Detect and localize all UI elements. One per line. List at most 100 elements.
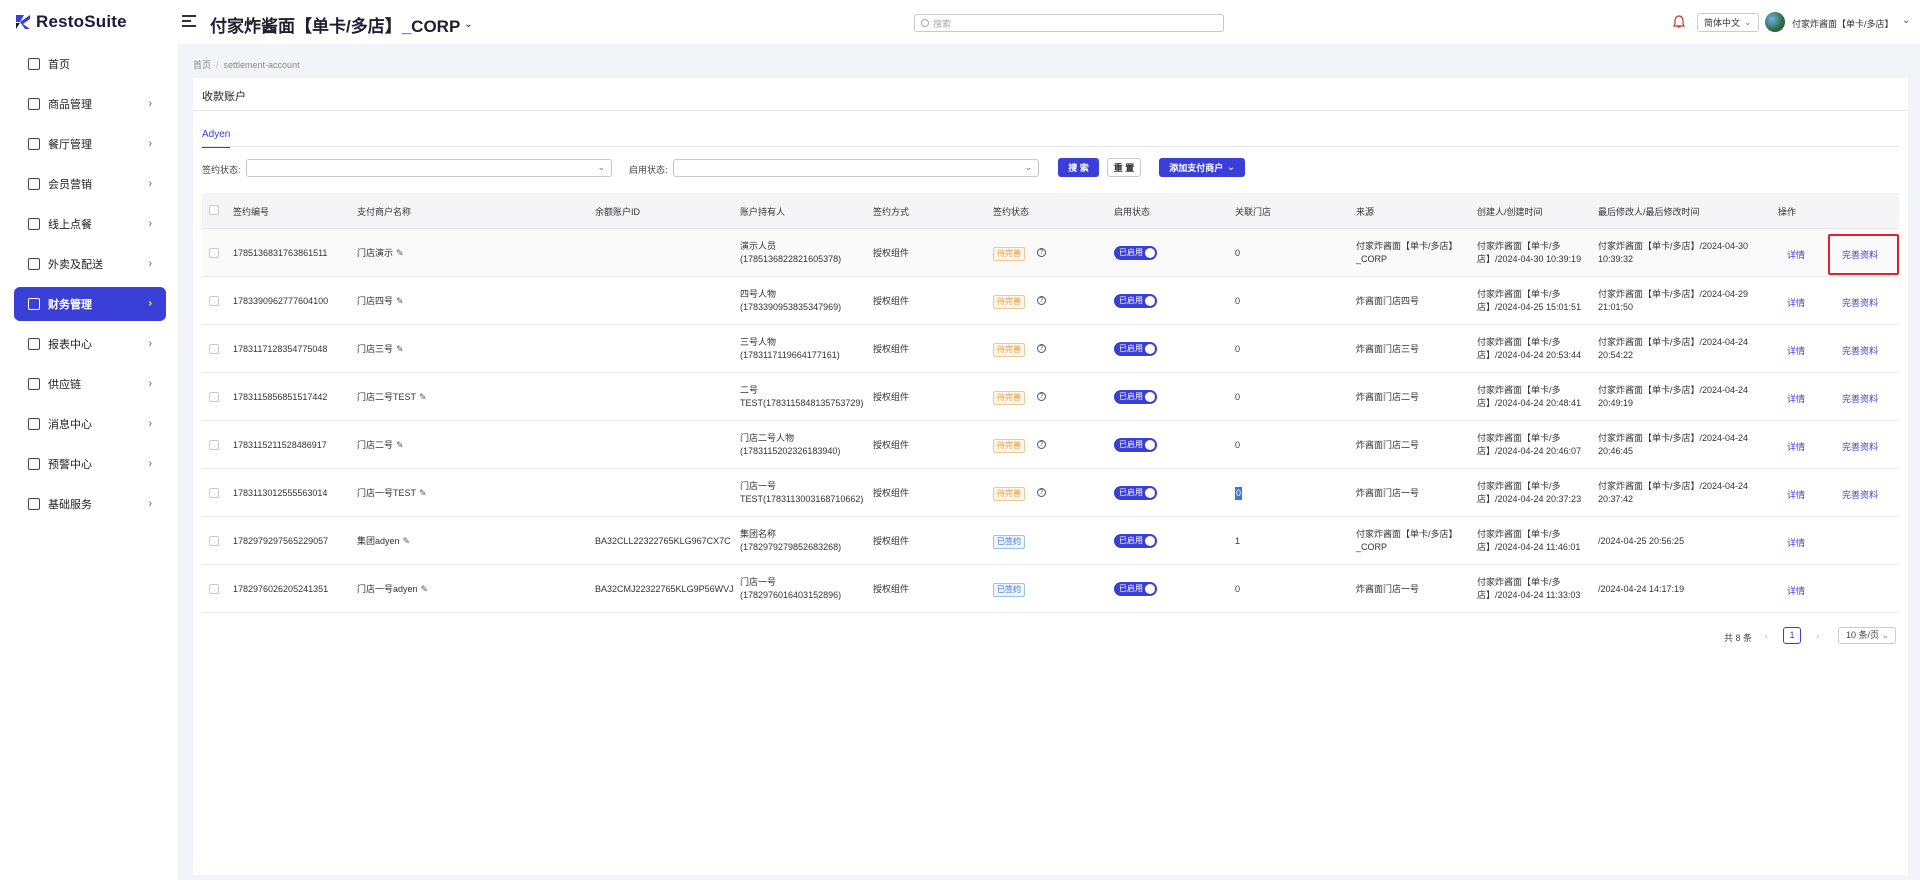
edit-icon[interactable]: ✎ [421,583,429,596]
row-checkbox[interactable] [209,344,219,354]
top-header: RestoSuite 付家炸酱面【单卡/多店】_CORP ⌄ 搜索 简体中文 ⌄… [0,0,1920,44]
edit-icon[interactable]: ✎ [396,343,404,356]
sidebar-item-label: 线上点餐 [48,219,92,231]
complete-info-link[interactable]: 完善资料 [1842,296,1878,309]
chevron-right-icon: › [148,418,152,429]
complete-info-link[interactable]: 完善资料 [1842,440,1878,453]
detail-link[interactable]: 详情 [1787,488,1805,501]
detail-link[interactable]: 详情 [1787,536,1805,549]
sidebar-item-alerts[interactable]: 预警中心 › [14,447,166,481]
sidebar-item-home[interactable]: 首页 [14,47,166,81]
edit-icon[interactable]: ✎ [419,487,427,500]
sidebar-item-products[interactable]: 商品管理 › [14,87,166,121]
chevron-down-icon: ⌄ [464,19,473,30]
row-checkbox[interactable] [209,392,219,402]
search-input[interactable]: 搜索 [914,14,1224,32]
help-icon[interactable]: ? [1037,392,1046,401]
edit-icon[interactable]: ✎ [403,535,411,548]
merchant-name: 门店二号TEST ✎ [357,391,427,404]
reset-button[interactable]: 重 置 [1107,158,1141,177]
enable-toggle[interactable]: 已启用 [1114,294,1157,308]
table-row: 1783115211528486917 门店二号 ✎ 门店二号人物 (1783115… [202,421,1899,469]
holder-id: (1783117119664177161) [740,350,840,360]
sidebar-item-basic-services[interactable]: 基础服务 › [14,487,166,521]
merchant-name-text: 门店演示 [357,248,394,258]
enable-toggle[interactable]: 已启用 [1114,438,1157,452]
row-checkbox[interactable] [209,296,219,306]
enable-toggle[interactable]: 已启用 [1114,534,1157,548]
modifier-line: 20:54:22 [1598,350,1634,360]
sidebar-item-finance[interactable]: 财务管理 › [14,287,166,321]
avatar[interactable] [1765,12,1785,32]
creator-line: 付家炸酱面【单卡/多 [1477,289,1561,299]
creator-line: 付家炸酱面【单卡/多 [1477,529,1561,539]
sidebar-item-delivery[interactable]: 外卖及配送 › [14,247,166,281]
chevron-down-icon: ⌄ [1227,162,1235,172]
chevron-left-icon[interactable]: ‹ [1765,631,1768,641]
row-checkbox[interactable] [209,488,219,498]
search-button[interactable]: 搜 索 [1058,158,1099,177]
help-icon[interactable]: ? [1037,440,1046,449]
sidebar-item-online-order[interactable]: 线上点餐 › [14,207,166,241]
complete-info-link[interactable]: 完善资料 [1842,488,1878,501]
creator-line: 店】/2024-04-24 20:37:23 [1477,494,1582,504]
detail-link[interactable]: 详情 [1787,296,1805,309]
merchant-name-text: 门店一号TEST [357,488,417,498]
pagination-page[interactable]: 1 [1783,627,1801,644]
chevron-right-icon: › [148,218,152,229]
page-size-select[interactable]: 10 条/页 ⌄ [1838,627,1896,644]
complete-info-link[interactable]: 完善资料 [1842,392,1878,405]
detail-link[interactable]: 详情 [1787,584,1805,597]
enable-toggle[interactable]: 已启用 [1114,342,1157,356]
chevron-right-icon[interactable]: › [1816,631,1819,641]
add-merchant-button[interactable]: 添加支付商户 ⌄ [1159,158,1245,177]
logo-icon [16,15,30,29]
edit-icon[interactable]: ✎ [396,439,404,452]
sidebar-item-supply[interactable]: 供应链 › [14,367,166,401]
col-header: 创建人/创建时间 [1477,207,1543,217]
chevron-right-icon: › [148,378,152,389]
brand-logo[interactable]: RestoSuite [14,12,127,32]
bell-icon[interactable] [1673,15,1685,29]
enable-toggle[interactable]: 已启用 [1114,582,1157,596]
enable-toggle[interactable]: 已启用 [1114,390,1157,404]
holder-id: TEST(1783113003168710662) [740,494,864,504]
menu-collapse-icon[interactable] [182,15,196,29]
enable-status-select[interactable]: ⌄ [673,159,1039,177]
detail-link[interactable]: 详情 [1787,344,1805,357]
status-badge: 待完善 [993,295,1025,309]
page-title: 收款账户 [202,91,246,103]
help-icon[interactable]: ? [1037,488,1046,497]
edit-icon[interactable]: ✎ [419,391,427,404]
help-icon[interactable]: ? [1037,248,1046,257]
row-checkbox[interactable] [209,440,219,450]
table-row: 1783115856851517442 门店二号TEST ✎ 二号 TEST(178… [202,373,1899,421]
breadcrumb-home[interactable]: 首页 [193,60,211,70]
complete-info-link[interactable]: 完善资料 [1842,344,1878,357]
sidebar-item-reports[interactable]: 报表中心 › [14,327,166,361]
row-checkbox[interactable] [209,584,219,594]
detail-link[interactable]: 详情 [1787,440,1805,453]
chevron-right-icon: › [148,258,152,269]
sidebar-item-restaurant[interactable]: 餐厅管理 › [14,127,166,161]
sidebar-item-messages[interactable]: 消息中心 › [14,407,166,441]
sign-method: 授权组件 [873,296,910,306]
help-icon[interactable]: ? [1037,344,1046,353]
select-all-checkbox[interactable] [209,205,219,215]
help-icon[interactable]: ? [1037,296,1046,305]
sign-status-select[interactable]: ⌄ [246,159,612,177]
store-switcher[interactable]: 付家炸酱面【单卡/多店】_CORP ⌄ [210,12,473,37]
sidebar-item-member[interactable]: 会员营销 › [14,167,166,201]
row-checkbox[interactable] [209,248,219,258]
enable-toggle[interactable]: 已启用 [1114,246,1157,260]
detail-link[interactable]: 详情 [1787,392,1805,405]
edit-icon[interactable]: ✎ [396,295,404,308]
chevron-down-icon[interactable]: ⌄ [1902,15,1910,26]
enable-toggle[interactable]: 已启用 [1114,486,1157,500]
detail-link[interactable]: 详情 [1787,248,1805,261]
edit-icon[interactable]: ✎ [396,247,404,260]
language-select[interactable]: 简体中文 ⌄ [1697,13,1759,32]
user-name[interactable]: 付家炸酱面【单卡/多店】 [1792,17,1894,30]
row-checkbox[interactable] [209,536,219,546]
creator: 付家炸酱面【单卡/多 店】/2024-04-24 20:37:23 [1477,480,1581,506]
